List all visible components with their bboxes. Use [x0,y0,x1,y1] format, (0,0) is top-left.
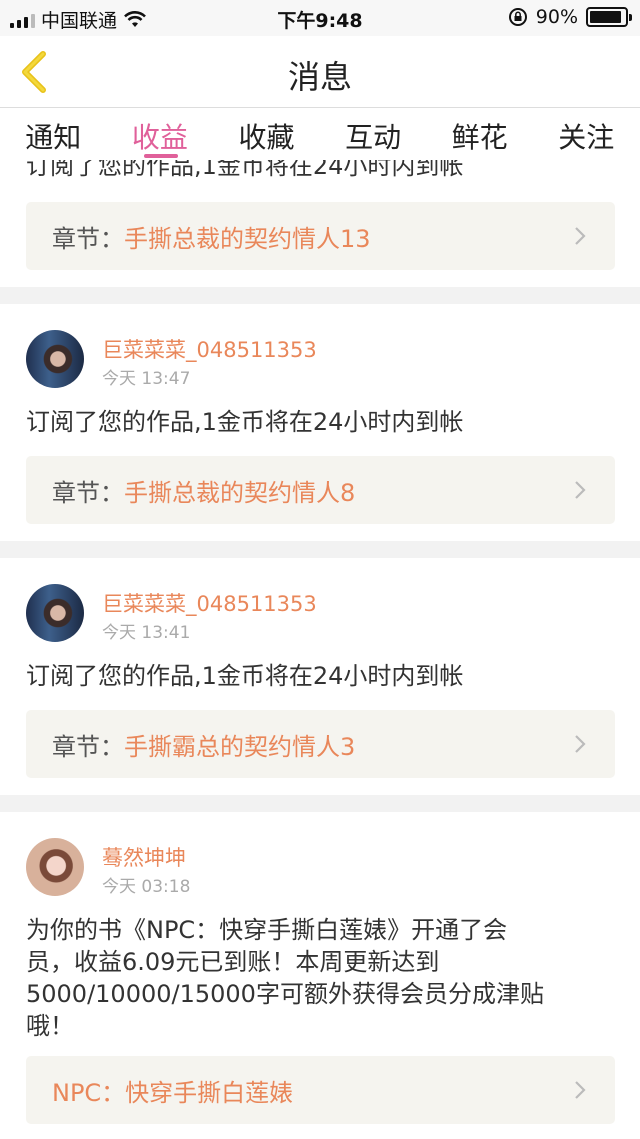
message-line: 员，收益6.09元已到账！本周更新达到 [26,948,440,976]
book-name: NPC：快穿手撕白莲婊 [52,1078,294,1107]
avatar[interactable] [26,584,84,642]
timestamp: 今天 13:41 [102,623,191,643]
chapter-name: 手撕总裁的契约情人8 [124,478,356,507]
tab-flowers[interactable]: 鲜花 [426,108,533,160]
message-card: 订阅了您的作品,1金币将在24小时内到帐 章节： 手撕总裁的契约情人13 [0,160,640,287]
chapter-label: 章节： [52,478,124,507]
chapter-label: 章节： [52,224,124,253]
username[interactable]: 蓦然坤坤 [102,842,186,872]
message-feed[interactable]: 订阅了您的作品,1金币将在24小时内到帐 章节： 手撕总裁的契约情人13 巨菜菜… [0,160,640,1139]
message-text: 为你的书《NPC：快穿手撕白莲婊》开通了会 员，收益6.09元已到账！本周更新达… [26,914,616,1042]
message-card: 蓦然坤坤 今天 03:18 为你的书《NPC：快穿手撕白莲婊》开通了会 员，收益… [0,812,640,1139]
message-text: 订阅了您的作品,1金币将在24小时内到帐 [26,662,464,690]
message-text: 订阅了您的作品,1金币将在24小时内到帐 [26,408,464,436]
nav-bar: 消息 [0,36,640,108]
message-card: 巨菜菜菜_048511353 今天 13:41 订阅了您的作品,1金币将在24小… [0,558,640,795]
chevron-right-icon [575,227,586,245]
tab-interactions[interactable]: 互动 [320,108,427,160]
tab-earnings[interactable]: 收益 [107,108,214,160]
book-link[interactable]: NPC：快穿手撕白莲婊 [26,1056,615,1124]
message-card: 巨菜菜菜_048511353 今天 13:47 订阅了您的作品,1金币将在24小… [0,304,640,541]
message-line: 哦！ [26,1012,74,1040]
tab-bar: 通知 收益 收藏 互动 鲜花 关注 [0,108,640,160]
avatar[interactable] [26,330,84,388]
chapter-link[interactable]: 章节： 手撕霸总的契约情人3 [26,710,615,778]
tab-favorites[interactable]: 收藏 [213,108,320,160]
chapter-link[interactable]: 章节： 手撕总裁的契约情人13 [26,202,615,270]
avatar[interactable] [26,838,84,896]
battery-percent: 90% [535,6,578,28]
username[interactable]: 巨菜菜菜_048511353 [102,334,317,364]
message-text: 订阅了您的作品,1金币将在24小时内到帐 [26,160,464,180]
message-line: 5000/10000/15000字可额外获得会员分成津贴 [26,980,544,1008]
chevron-right-icon [575,735,586,753]
chevron-right-icon [575,1081,586,1099]
timestamp: 今天 13:47 [102,369,191,389]
battery-fill [590,11,621,23]
chapter-link[interactable]: 章节： 手撕总裁的契约情人8 [26,456,615,524]
chevron-right-icon [575,481,586,499]
battery-icon [586,7,632,27]
username[interactable]: 巨菜菜菜_048511353 [102,588,317,618]
orientation-lock-icon [508,8,527,26]
tab-notifications[interactable]: 通知 [0,108,107,160]
tab-following[interactable]: 关注 [533,108,640,160]
chapter-name: 手撕总裁的契约情人13 [124,224,371,253]
message-line: 为你的书《NPC：快穿手撕白莲婊》开通了会 [26,916,508,944]
chapter-name: 手撕霸总的契约情人3 [124,732,356,761]
timestamp: 今天 03:18 [102,877,191,897]
page-title: 消息 [287,58,352,96]
status-bar: 中国联通 下午9:48 90% [0,0,640,36]
chapter-label: 章节： [52,732,124,761]
